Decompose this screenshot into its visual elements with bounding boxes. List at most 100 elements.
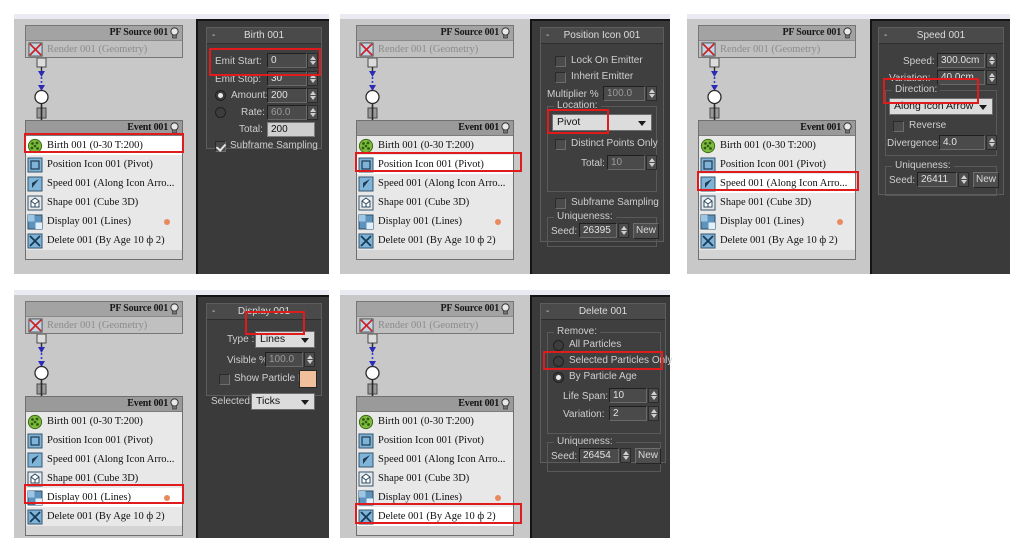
lightbulb-icon[interactable]	[500, 122, 511, 134]
lightbulb-icon[interactable]	[500, 398, 511, 410]
divergence-spinner[interactable]	[986, 135, 997, 150]
render-operator-row[interactable]: Render 001 (Geometry)	[357, 317, 513, 334]
lightbulb-icon[interactable]	[500, 303, 511, 315]
seed-field[interactable]: 26395	[579, 223, 617, 238]
rollup-title[interactable]: - Delete 001	[541, 304, 665, 320]
lock-on-emitter-checkbox[interactable]	[555, 56, 566, 67]
visible-spinner[interactable]	[304, 352, 315, 367]
type-combo[interactable]: Lines	[255, 331, 315, 348]
list-item[interactable]: Birth 001 (0-30 T:200)	[699, 136, 855, 155]
seed-spinner[interactable]	[958, 172, 969, 187]
list-item[interactable]: Display 001 (Lines)	[26, 212, 182, 231]
list-item[interactable]: Display 001 (Lines)	[699, 212, 855, 231]
multiplier-spinner[interactable]	[646, 86, 657, 101]
by-particle-age-radio[interactable]	[553, 372, 564, 383]
amount-spinner[interactable]	[307, 88, 318, 103]
life-span-spinner[interactable]	[648, 388, 659, 403]
list-item[interactable]: Shape 001 (Cube 3D)	[357, 469, 513, 488]
emit-stop-spinner[interactable]	[307, 71, 318, 86]
emit-stop-field[interactable]: 30	[267, 71, 307, 86]
life-span-field[interactable]: 10	[609, 388, 647, 403]
seed-spinner[interactable]	[620, 448, 631, 463]
amount-field[interactable]: 200	[267, 88, 307, 103]
list-item[interactable]: Shape 001 (Cube 3D)	[699, 193, 855, 212]
selected-particles-radio[interactable]	[553, 356, 564, 367]
emit-start-field[interactable]: 0	[267, 53, 307, 68]
list-item[interactable]: Speed 001 (Along Icon Arro...	[357, 174, 513, 193]
variation-spinner[interactable]	[986, 70, 997, 85]
seed-field[interactable]: 26454	[579, 448, 619, 463]
distinct-points-checkbox[interactable]	[555, 139, 566, 150]
list-item[interactable]: Birth 001 (0-30 T:200)	[26, 412, 182, 431]
variation-field[interactable]: 2	[609, 406, 647, 421]
rollup-title[interactable]: - Speed 001	[879, 28, 1003, 44]
list-item[interactable]: Delete 001 (By Age 10 ф 2)	[357, 231, 513, 250]
new-seed-button[interactable]: New	[973, 172, 999, 188]
list-item[interactable]: Shape 001 (Cube 3D)	[26, 469, 182, 488]
total-field[interactable]: 10	[607, 155, 645, 170]
multiplier-field[interactable]: 100.0	[603, 86, 645, 101]
lightbulb-icon[interactable]	[842, 122, 853, 134]
inherit-emitter-checkbox[interactable]	[555, 72, 566, 83]
list-item[interactable]: Position Icon 001 (Pivot)	[357, 431, 513, 450]
lightbulb-icon[interactable]	[169, 398, 180, 410]
show-particle-ids-checkbox[interactable]	[219, 374, 230, 385]
total-spinner[interactable]	[646, 155, 657, 170]
subframe-checkbox[interactable]	[215, 141, 226, 152]
location-combo[interactable]: Pivot	[552, 114, 652, 131]
list-item[interactable]: Delete 001 (By Age 10 ф 2)	[357, 507, 513, 526]
lightbulb-icon[interactable]	[169, 27, 180, 39]
list-item[interactable]: Position Icon 001 (Pivot)	[357, 155, 513, 174]
seed-field[interactable]: 26411	[917, 172, 957, 187]
rollup-title[interactable]: - Position Icon 001	[541, 28, 663, 44]
speed-spinner[interactable]	[986, 53, 997, 68]
list-item[interactable]: Position Icon 001 (Pivot)	[26, 431, 182, 450]
list-item[interactable]: Delete 001 (By Age 10 ф 2)	[26, 231, 182, 250]
render-operator-row[interactable]: Render 001 (Geometry)	[26, 41, 182, 58]
rollup-title[interactable]: - Display 001	[207, 304, 321, 320]
divergence-field[interactable]: 4.0	[939, 135, 985, 150]
collapse-icon[interactable]: -	[212, 304, 215, 319]
list-item[interactable]: Speed 001 (Along Icon Arro...	[26, 450, 182, 469]
collapse-icon[interactable]: -	[546, 28, 549, 43]
speed-field[interactable]: 300.0cm	[937, 53, 985, 68]
list-item[interactable]: Delete 001 (By Age 10 ф 2)	[699, 231, 855, 250]
collapse-icon[interactable]: -	[546, 304, 549, 319]
collapse-icon[interactable]: -	[212, 28, 215, 43]
display-color-swatch[interactable]	[299, 370, 317, 388]
list-item[interactable]: Shape 001 (Cube 3D)	[357, 193, 513, 212]
lightbulb-icon[interactable]	[169, 122, 180, 134]
list-item[interactable]: Display 001 (Lines)	[357, 488, 513, 507]
list-item[interactable]: Position Icon 001 (Pivot)	[26, 155, 182, 174]
subframe-checkbox[interactable]	[555, 198, 566, 209]
list-item[interactable]: Birth 001 (0-30 T:200)	[357, 412, 513, 431]
list-item[interactable]: Speed 001 (Along Icon Arro...	[26, 174, 182, 193]
lightbulb-icon[interactable]	[500, 27, 511, 39]
render-operator-row[interactable]: Render 001 (Geometry)	[357, 41, 513, 58]
render-operator-row[interactable]: Render 001 (Geometry)	[26, 317, 182, 334]
lightbulb-icon[interactable]	[842, 27, 853, 39]
rate-spinner[interactable]	[307, 105, 318, 120]
direction-combo[interactable]: Along Icon Arrow	[889, 98, 993, 115]
list-item[interactable]: Display 001 (Lines)	[357, 212, 513, 231]
list-item[interactable]: Delete 001 (By Age 10 ф 2)	[26, 507, 182, 526]
selected-combo[interactable]: Ticks	[251, 393, 315, 410]
list-item[interactable]: Position Icon 001 (Pivot)	[699, 155, 855, 174]
reverse-checkbox[interactable]	[893, 121, 904, 132]
collapse-icon[interactable]: -	[884, 28, 887, 43]
render-operator-row[interactable]: Render 001 (Geometry)	[699, 41, 855, 58]
new-seed-button[interactable]: New	[633, 223, 659, 239]
rate-field[interactable]: 60.0	[267, 105, 307, 120]
amount-radio[interactable]	[215, 90, 226, 101]
variation-field[interactable]: 40.0cm	[937, 70, 985, 85]
lightbulb-icon[interactable]	[169, 303, 180, 315]
rate-radio[interactable]	[215, 107, 226, 118]
list-item[interactable]: Speed 001 (Along Icon Arro...	[357, 450, 513, 469]
new-seed-button[interactable]: New	[635, 448, 661, 464]
list-item[interactable]: Birth 001 (0-30 T:200)	[357, 136, 513, 155]
list-item[interactable]: Shape 001 (Cube 3D)	[26, 193, 182, 212]
list-item[interactable]: Speed 001 (Along Icon Arro...	[699, 174, 855, 193]
all-particles-radio[interactable]	[553, 340, 564, 351]
list-item[interactable]: Display 001 (Lines)	[26, 488, 182, 507]
seed-spinner[interactable]	[618, 223, 629, 238]
